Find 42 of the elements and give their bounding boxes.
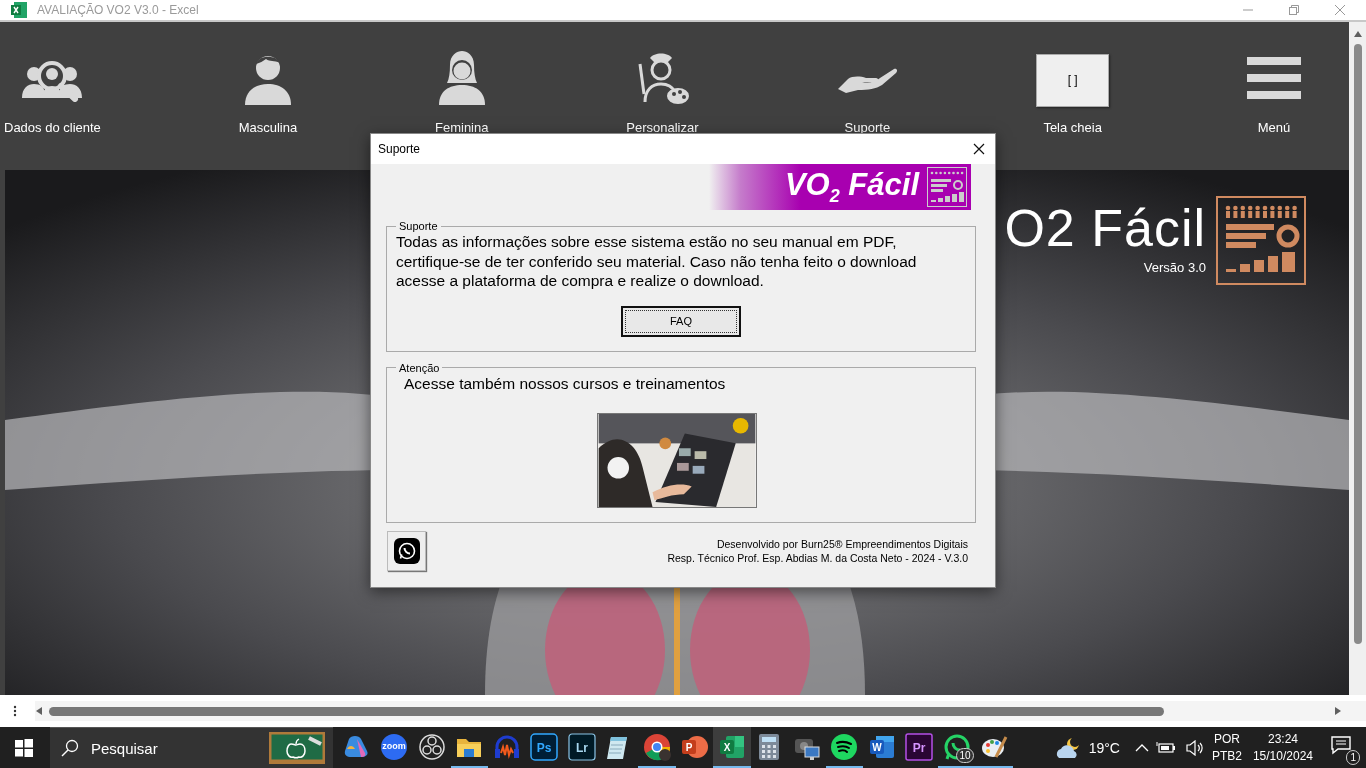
chevron-up-icon[interactable] <box>1134 743 1149 752</box>
fullscreen-button[interactable]: [ ] <box>1036 53 1110 107</box>
photoshop-icon[interactable]: Ps <box>530 732 559 761</box>
scroll-left-icon[interactable] <box>35 706 43 716</box>
toolbar-label[interactable]: Suporte <box>844 120 891 135</box>
count-badge: 1 <box>1346 749 1360 765</box>
chrome-icon[interactable] <box>642 732 671 761</box>
notification-icon[interactable] <box>1330 734 1352 755</box>
dialog-title: Suporte <box>378 142 421 156</box>
scroll-up-icon[interactable] <box>1352 30 1363 38</box>
search-icon <box>61 739 79 757</box>
restore-icon[interactable] <box>1288 4 1300 16</box>
toolbar-label[interactable]: Tela cheia <box>1043 120 1102 135</box>
window-title: AVALIAÇÃO VO2 V3.0 - Excel <box>37 3 199 17</box>
zoom-icon[interactable]: zoom <box>380 732 409 761</box>
whatsapp-icon[interactable] <box>942 732 971 761</box>
toolbar-label[interactable]: Menú <box>1257 120 1291 135</box>
toolbar-label[interactable]: Masculina <box>238 120 298 135</box>
close-icon[interactable] <box>973 143 985 155</box>
language-indicator[interactable]: POR PTB2 <box>1211 730 1242 765</box>
volume-icon[interactable] <box>1184 739 1205 756</box>
toolbar-label[interactable]: Personalizar <box>626 120 699 135</box>
search-field[interactable]: Pesquisar <box>50 727 333 768</box>
search-input[interactable]: Pesquisar <box>89 738 259 758</box>
windows-start-icon[interactable] <box>15 738 33 757</box>
count-badge: 10 <box>956 748 974 763</box>
battery-icon[interactable] <box>1155 740 1178 755</box>
toolbar-label[interactable]: Dados do cliente <box>4 120 101 135</box>
obs-icon[interactable] <box>417 732 446 761</box>
scroll-right-icon[interactable] <box>1334 706 1342 716</box>
temperature-label[interactable]: 19°C <box>1088 739 1120 756</box>
premiere-icon[interactable]: Pr <box>905 732 934 761</box>
woman-icon[interactable] <box>437 51 486 105</box>
scrollbar-thumb[interactable] <box>1353 44 1362 644</box>
menu-icon[interactable] <box>1247 57 1301 99</box>
spotify-icon[interactable] <box>830 732 859 761</box>
lightroom-icon[interactable]: Lr <box>567 732 596 761</box>
chalkboard-icon <box>269 732 325 764</box>
scrollbar-thumb[interactable] <box>49 706 1164 716</box>
more-icon[interactable] <box>13 705 17 717</box>
toolbar-label[interactable]: Feminina <box>435 120 489 135</box>
clock[interactable]: 23:24 15/10/2024 <box>1252 730 1313 765</box>
